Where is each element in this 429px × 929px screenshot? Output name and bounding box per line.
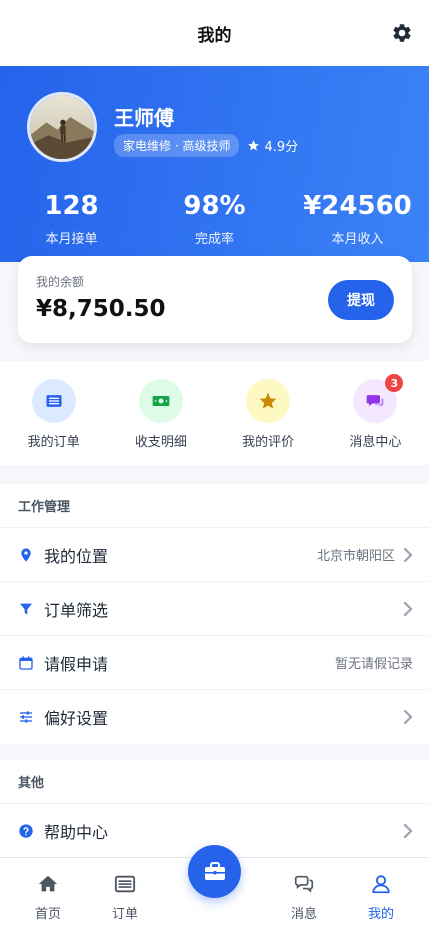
stat-orders: 128 本月接单 bbox=[0, 190, 143, 247]
withdraw-button[interactable]: 提现 bbox=[328, 280, 394, 320]
quick-action-label: 消息中心 bbox=[349, 435, 402, 450]
balance-label: 我的余额 bbox=[36, 275, 85, 289]
tab-orders[interactable]: 订单 bbox=[95, 858, 155, 929]
profile-tag-row: 家电维修 · 高级技师 4.9分 bbox=[114, 134, 298, 157]
help-circle-icon bbox=[18, 823, 34, 839]
star-icon bbox=[246, 379, 291, 423]
quick-action-my-orders[interactable]: 我的订单 bbox=[0, 361, 107, 465]
top-bar: 我的 bbox=[0, 0, 429, 66]
tab-messages[interactable]: 消息 bbox=[274, 858, 334, 929]
row-order-filter[interactable]: 订单筛选 bbox=[0, 582, 429, 636]
row-value: 北京市朝阳区 bbox=[316, 549, 395, 564]
row-label: 我的位置 bbox=[44, 546, 109, 566]
quick-actions: 我的订单 收支明细 我的评价 3 消息中心 bbox=[0, 361, 429, 465]
quick-action-label: 收支明细 bbox=[134, 435, 187, 450]
order-list-icon bbox=[114, 875, 136, 893]
tab-mine[interactable]: 我的 bbox=[351, 858, 411, 929]
quick-action-transactions[interactable]: 收支明细 bbox=[107, 361, 214, 465]
other-section: 其他 帮助中心 bbox=[0, 760, 429, 858]
work-management-section: 工作管理 我的位置 北京市朝阳区 订单筛选 请假申请 暂无请假记录 偏好设置 bbox=[0, 484, 429, 744]
tab-label: 首页 bbox=[34, 907, 61, 922]
sliders-icon bbox=[18, 709, 34, 725]
calendar-icon bbox=[18, 655, 34, 671]
avatar-photo bbox=[30, 95, 94, 159]
profile-header: 王师傅 家电维修 · 高级技师 4.9分 128 本月接单 98% 完成率 ¥2… bbox=[0, 66, 429, 262]
chat-icon bbox=[294, 875, 314, 893]
home-icon bbox=[38, 875, 58, 892]
chevron-right-icon bbox=[403, 601, 413, 616]
quick-action-label: 我的订单 bbox=[27, 435, 80, 450]
tab-home[interactable]: 首页 bbox=[18, 858, 78, 929]
row-leave-request[interactable]: 请假申请 暂无请假记录 bbox=[0, 636, 429, 690]
money-bill-icon bbox=[138, 379, 183, 423]
row-label: 订单筛选 bbox=[44, 600, 109, 620]
chevron-right-icon bbox=[403, 824, 413, 838]
order-list-icon bbox=[31, 379, 76, 423]
avatar[interactable] bbox=[27, 92, 97, 162]
rating-value: 4.9分 bbox=[264, 140, 299, 155]
skill-tag: 家电维修 · 高级技师 bbox=[114, 134, 240, 157]
section-title: 其他 bbox=[0, 760, 429, 804]
quick-action-reviews[interactable]: 我的评价 bbox=[215, 361, 322, 465]
chevron-right-icon bbox=[403, 710, 413, 724]
stat-value: ¥24560 bbox=[303, 191, 412, 221]
star-icon bbox=[248, 140, 260, 151]
row-label: 偏好设置 bbox=[44, 709, 109, 728]
center-action-button[interactable] bbox=[188, 845, 241, 898]
briefcase-icon bbox=[204, 861, 225, 880]
stat-completion: 98% 完成率 bbox=[143, 190, 286, 247]
chevron-right-icon bbox=[403, 547, 413, 562]
row-label: 请假申请 bbox=[44, 654, 109, 674]
stats-row: 128 本月接单 98% 完成率 ¥24560 本月收入 bbox=[0, 190, 429, 247]
stat-label: 本月接单 bbox=[45, 232, 98, 247]
tab-label: 我的 bbox=[367, 907, 394, 922]
user-name: 王师傅 bbox=[114, 106, 174, 130]
tab-label: 订单 bbox=[111, 907, 138, 922]
balance-amount: ¥8,750.50 bbox=[36, 296, 166, 322]
row-my-location[interactable]: 我的位置 北京市朝阳区 bbox=[0, 528, 429, 582]
gear-icon[interactable] bbox=[391, 22, 413, 44]
quick-action-label: 我的评价 bbox=[242, 435, 295, 450]
balance-card: 我的余额 ¥8,750.50 提现 bbox=[18, 256, 412, 343]
row-label: 帮助中心 bbox=[44, 823, 109, 842]
section-title: 工作管理 bbox=[0, 484, 429, 528]
stat-value: 128 bbox=[44, 191, 99, 221]
stat-value: 98% bbox=[183, 191, 246, 221]
page-title: 我的 bbox=[197, 25, 232, 46]
stat-income: ¥24560 本月收入 bbox=[286, 190, 429, 247]
quick-action-messages[interactable]: 3 消息中心 bbox=[322, 361, 429, 465]
stat-label: 完成率 bbox=[194, 232, 234, 247]
row-preferences[interactable]: 偏好设置 bbox=[0, 690, 429, 744]
row-value: 暂无请假记录 bbox=[334, 657, 413, 672]
rating: 4.9分 bbox=[247, 136, 298, 155]
stat-label: 本月收入 bbox=[331, 232, 384, 247]
user-icon bbox=[372, 875, 390, 894]
tab-label: 消息 bbox=[290, 907, 317, 922]
location-pin-icon bbox=[18, 547, 34, 563]
unread-badge: 3 bbox=[385, 374, 404, 392]
filter-icon bbox=[18, 601, 34, 617]
